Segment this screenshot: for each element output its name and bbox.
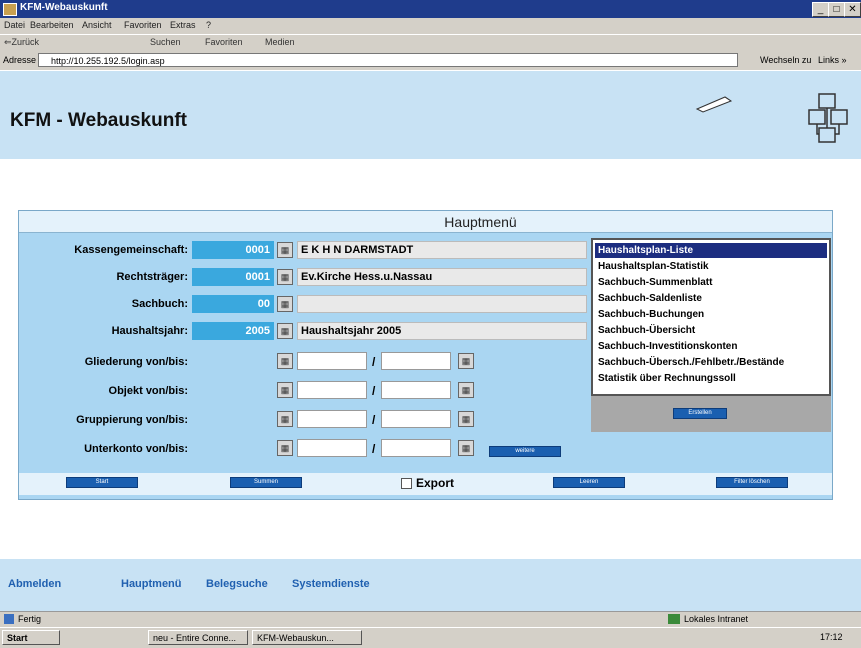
kasse-label: Kassengemeinschaft: — [74, 244, 188, 256]
kasse-code-input[interactable]: 0001 — [192, 241, 274, 259]
network-logo-icon — [805, 90, 853, 148]
sachbuch-description — [297, 295, 587, 313]
range-separator: / — [372, 355, 376, 369]
haushaltsjahr-description: Haushaltsjahr 2005 — [297, 322, 587, 340]
abmelden-link[interactable]: Abmelden — [8, 578, 61, 590]
browser-toolbar: ⇐Zurück Suchen Favoriten Medien — [0, 34, 861, 52]
ie-icon — [3, 3, 17, 16]
unterkonto-label: Unterkonto von/bis: — [84, 443, 188, 455]
objekt-to-lookup-button[interactable]: ▦ — [458, 382, 474, 398]
rechtstraeger-lookup-button[interactable]: ▦ — [277, 269, 293, 285]
gruppierung-from-lookup-button[interactable]: ▦ — [277, 411, 293, 427]
list-item[interactable]: Sachbuch-Buchungen — [595, 307, 827, 322]
summen-button[interactable]: Summen — [230, 477, 302, 488]
list-item[interactable]: Statistik über Rechnungssoll — [595, 371, 827, 386]
media-button[interactable]: Medien — [265, 37, 295, 47]
intranet-icon — [668, 614, 680, 624]
unterkonto-from-lookup-button[interactable]: ▦ — [277, 440, 293, 456]
gliederung-to-lookup-button[interactable]: ▦ — [458, 353, 474, 369]
gliederung-to-input[interactable] — [381, 352, 451, 370]
gliederung-from-lookup-button[interactable]: ▦ — [277, 353, 293, 369]
gruppierung-to-lookup-button[interactable]: ▦ — [458, 411, 474, 427]
close-button[interactable]: ✕ — [844, 2, 861, 17]
menu-ansicht[interactable]: Ansicht — [82, 20, 112, 30]
report-list: Haushaltsplan-Liste Haushaltsplan-Statis… — [591, 238, 831, 396]
belegsuche-link[interactable]: Belegsuche — [206, 578, 268, 590]
page-icon — [4, 614, 14, 624]
menu-favoriten[interactable]: Favoriten — [124, 20, 162, 30]
range-separator: / — [372, 413, 376, 427]
list-item[interactable]: Sachbuch-Saldenliste — [595, 291, 827, 306]
rechtstraeger-label: Rechtsträger: — [116, 271, 188, 283]
window-title-bar: KFM-Webauskunft _ □ ✕ — [0, 0, 861, 18]
objekt-label: Objekt von/bis: — [108, 385, 188, 397]
links-button[interactable]: Links » — [818, 55, 847, 65]
unterkonto-to-lookup-button[interactable]: ▦ — [458, 440, 474, 456]
haushaltsjahr-code-input[interactable]: 2005 — [192, 322, 274, 340]
address-bar: Adresse http://10.255.192.5/login.asp We… — [0, 52, 861, 70]
systemdienste-link[interactable]: Systemdienste — [292, 578, 370, 590]
menu-bar: Datei Bearbeiten Ansicht Favoriten Extra… — [0, 18, 861, 34]
list-item[interactable]: Sachbuch-Übersch./Fehlbetr./Bestände — [595, 355, 827, 370]
maximize-button[interactable]: □ — [828, 2, 845, 17]
status-text: Fertig — [18, 614, 42, 624]
window-title: KFM-Webauskunft — [20, 2, 108, 13]
weitere-button[interactable]: weitere — [489, 446, 561, 457]
gliederung-from-input[interactable] — [297, 352, 367, 370]
gruppierung-from-input[interactable] — [297, 410, 367, 428]
menu-extras[interactable]: Extras — [170, 20, 196, 30]
go-button[interactable]: Wechseln zu — [760, 55, 811, 65]
start-menu-button[interactable]: Start — [2, 630, 60, 645]
panel-title: Hauptmenü — [19, 211, 832, 233]
app-title: KFM - Webauskunft — [10, 110, 187, 131]
sachbuch-label: Sachbuch: — [131, 298, 188, 310]
menu-bearbeiten[interactable]: Bearbeiten — [30, 20, 74, 30]
favorites-button[interactable]: Favoriten — [205, 37, 243, 47]
menu-help[interactable]: ? — [206, 20, 211, 30]
filter-loeschen-button[interactable]: Filter löschen — [716, 477, 788, 488]
gruppierung-label: Gruppierung von/bis: — [76, 414, 188, 426]
address-input[interactable]: http://10.255.192.5/login.asp — [38, 53, 738, 67]
haushaltsjahr-label: Haushaltsjahr: — [111, 325, 188, 337]
rechtstraeger-code-input[interactable]: 0001 — [192, 268, 274, 286]
menu-datei[interactable]: Datei — [4, 20, 25, 30]
hauptmenu-link[interactable]: Hauptmenü — [121, 578, 182, 590]
status-bar: Fertig Lokales Intranet — [0, 611, 861, 628]
objekt-from-input[interactable] — [297, 381, 367, 399]
pen-icon — [695, 95, 735, 113]
minimize-button[interactable]: _ — [812, 2, 829, 17]
export-label: Export — [416, 476, 455, 490]
range-separator: / — [372, 384, 376, 398]
kasse-description: E K H N DARMSTADT — [297, 241, 587, 259]
objekt-to-input[interactable] — [381, 381, 451, 399]
unterkonto-to-input[interactable] — [381, 439, 451, 457]
list-item[interactable]: Haushaltsplan-Liste — [595, 243, 827, 258]
list-item[interactable]: Haushaltsplan-Statistik — [595, 259, 827, 274]
leeren-button[interactable]: Leeren — [553, 477, 625, 488]
export-checkbox[interactable] — [401, 478, 412, 489]
taskbar-item[interactable]: neu - Entire Conne... — [148, 630, 248, 645]
list-item[interactable]: Sachbuch-Übersicht — [595, 323, 827, 338]
taskbar-item-active[interactable]: KFM-Webauskun... — [252, 630, 362, 645]
address-label: Adresse — [3, 55, 37, 65]
gruppierung-to-input[interactable] — [381, 410, 451, 428]
sachbuch-code-input[interactable]: 00 — [192, 295, 274, 313]
haushaltsjahr-lookup-button[interactable]: ▦ — [277, 323, 293, 339]
zone-text: Lokales Intranet — [684, 614, 749, 624]
rechtstraeger-description: Ev.Kirche Hess.u.Nassau — [297, 268, 587, 286]
back-button[interactable]: ⇐Zurück — [4, 37, 39, 48]
unterkonto-from-input[interactable] — [297, 439, 367, 457]
sachbuch-lookup-button[interactable]: ▦ — [277, 296, 293, 312]
start-button[interactable]: Start — [66, 477, 138, 488]
objekt-from-lookup-button[interactable]: ▦ — [277, 382, 293, 398]
kasse-lookup-button[interactable]: ▦ — [277, 242, 293, 258]
list-item[interactable]: Sachbuch-Investitionskonten — [595, 339, 827, 354]
clock: 17:12 — [820, 632, 843, 642]
list-item[interactable]: Sachbuch-Summenblatt — [595, 275, 827, 290]
taskbar: Start neu - Entire Conne... KFM-Webausku… — [0, 627, 861, 648]
gliederung-label: Gliederung von/bis: — [84, 356, 188, 368]
range-separator: / — [372, 442, 376, 456]
erstellen-button[interactable]: Erstellen — [673, 408, 727, 419]
search-button[interactable]: Suchen — [150, 37, 181, 47]
